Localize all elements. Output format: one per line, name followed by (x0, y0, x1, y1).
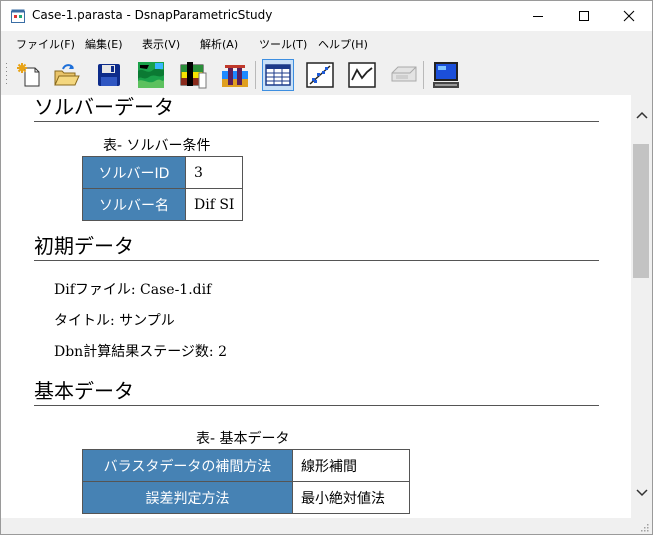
maximize-icon (579, 11, 589, 21)
table-row: ソルバーID 3 (82, 156, 244, 189)
disabled-tool-icon (391, 66, 417, 82)
menu-help[interactable]: ヘルプ(H) (318, 36, 368, 52)
soil-layer-button[interactable] (177, 59, 209, 91)
save-button[interactable] (93, 59, 125, 91)
title-bar: Case-1.parasta - DsnapParametricStudy (1, 1, 652, 31)
close-button[interactable] (606, 1, 652, 31)
monitor-button[interactable] (430, 59, 462, 91)
table-header-cell: ソルバーID (82, 156, 186, 189)
save-icon (98, 64, 120, 86)
soil-layer-icon (180, 62, 207, 89)
minimize-icon (533, 16, 543, 17)
status-bar (1, 518, 652, 534)
chevron-down-icon (635, 489, 648, 497)
table-header-cell: バラスタデータの補間方法 (82, 449, 293, 482)
menu-tools[interactable]: ツール(T) (259, 36, 307, 52)
scatter-chart-icon (306, 62, 334, 88)
table-caption-basic: 表- 基本データ (196, 431, 290, 447)
initial-line-dif-file: Difファイル: Case-1.dif (54, 282, 212, 298)
table-view-button[interactable] (262, 59, 294, 91)
table-view-icon (265, 64, 291, 86)
minimize-button[interactable] (515, 1, 561, 31)
open-folder-icon (54, 64, 80, 86)
resize-grip-icon[interactable] (639, 522, 649, 532)
terrain-map-button[interactable] (135, 59, 167, 91)
menu-file[interactable]: ファイル(F) (16, 36, 75, 52)
terrain-map-icon (138, 62, 164, 88)
app-icon (11, 9, 25, 23)
table-value-cell: Dif SI (184, 188, 244, 221)
app-window: Case-1.parasta - DsnapParametricStudy ファ… (0, 0, 653, 535)
scroll-down-button[interactable] (631, 483, 652, 503)
toolbar-separator (255, 61, 256, 89)
report-view: ソルバーデータ 表- ソルバー条件 ソルバーID 3 ソルバー名 Dif SI … (1, 95, 631, 518)
toolbar-separator (423, 61, 424, 89)
table-row: バラスタデータの補間方法 線形補間 (82, 449, 410, 482)
new-file-icon (17, 63, 40, 87)
scatter-chart-button[interactable] (304, 59, 336, 91)
scrollbar-thumb[interactable] (633, 144, 649, 278)
line-chart-icon (348, 62, 376, 88)
scroll-up-button[interactable] (631, 105, 652, 125)
table-value-cell: 3 (184, 156, 244, 189)
initial-line-title: タイトル: サンプル (54, 313, 175, 329)
table-row: 誤差判定方法 最小絶対値法 (82, 481, 410, 514)
window-title: Case-1.parasta - DsnapParametricStudy (32, 8, 273, 22)
table-row: ソルバー名 Dif SI (82, 188, 244, 221)
table-header-cell: 誤差判定方法 (82, 481, 293, 514)
table-caption-solver: 表- ソルバー条件 (103, 138, 211, 154)
table-header-cell: ソルバー名 (82, 188, 186, 221)
open-file-button[interactable] (51, 59, 83, 91)
structure-icon (222, 65, 248, 87)
table-value-cell: 線形補間 (292, 449, 410, 482)
menu-bar: ファイル(F) 編集(E) 表示(V) 解析(A) ツール(T) ヘルプ(H) (1, 31, 652, 55)
toolbar-grip-icon (6, 63, 7, 84)
section-heading-basic: 基本データ (34, 379, 599, 406)
chevron-up-icon (635, 111, 648, 119)
maximize-button[interactable] (561, 1, 607, 31)
new-file-button[interactable] (13, 59, 45, 91)
initial-line-stage-count: Dbn計算結果ステージ数: 2 (54, 344, 227, 360)
toolbar (1, 55, 652, 95)
menu-view[interactable]: 表示(V) (142, 36, 180, 52)
line-chart-button[interactable] (346, 59, 378, 91)
section-heading-solver: ソルバーデータ (34, 95, 599, 122)
disabled-tool-button[interactable] (388, 59, 420, 91)
monitor-icon (433, 62, 459, 88)
solver-table: ソルバーID 3 ソルバー名 Dif SI (82, 156, 244, 221)
close-icon (623, 10, 635, 22)
structure-button[interactable] (219, 59, 251, 91)
table-value-cell: 最小絶対値法 (292, 481, 410, 514)
basic-table: バラスタデータの補間方法 線形補間 誤差判定方法 最小絶対値法 (82, 449, 410, 514)
menu-analysis[interactable]: 解析(A) (200, 36, 238, 52)
menu-edit[interactable]: 編集(E) (85, 36, 123, 52)
vertical-scrollbar[interactable] (631, 95, 652, 518)
section-heading-initial: 初期データ (34, 234, 599, 261)
